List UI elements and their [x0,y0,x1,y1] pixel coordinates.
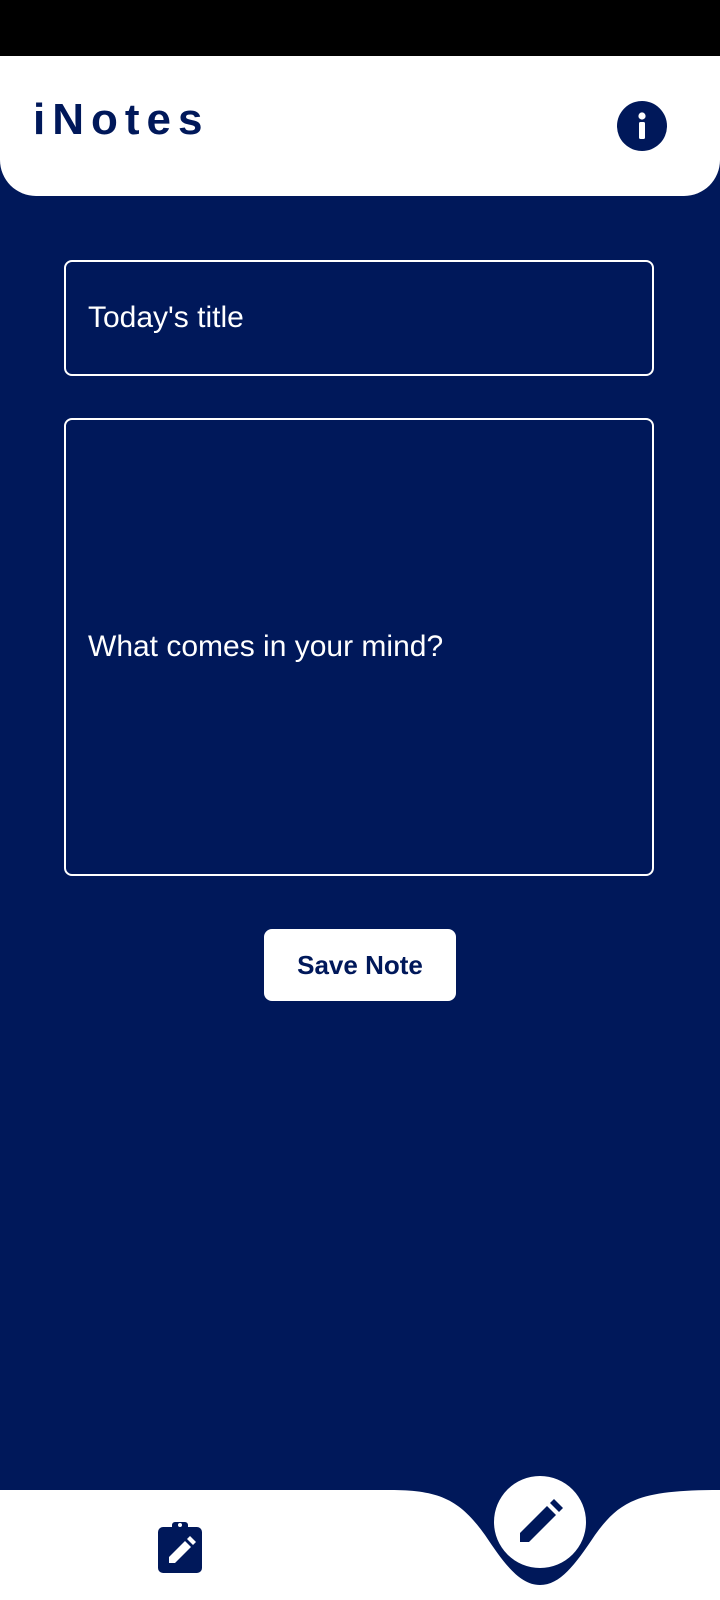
app-header: iNotes [0,56,720,196]
note-body-input[interactable]: What comes in your mind? [64,418,654,876]
app-title: iNotes [33,95,210,144]
nav-notes-button[interactable] [154,1519,206,1575]
write-note-fab[interactable] [494,1476,586,1568]
info-icon [638,112,646,139]
title-input[interactable] [64,260,654,376]
pencil-icon [520,1499,563,1542]
clipboard-edit-icon [158,1522,202,1573]
bottom-navigation [0,1476,720,1600]
info-button[interactable] [617,101,667,151]
note-body-placeholder: What comes in your mind? [88,630,444,663]
status-bar [0,0,720,56]
bottom-nav-background [0,1490,720,1600]
save-note-button[interactable]: Save Note [264,929,456,1001]
